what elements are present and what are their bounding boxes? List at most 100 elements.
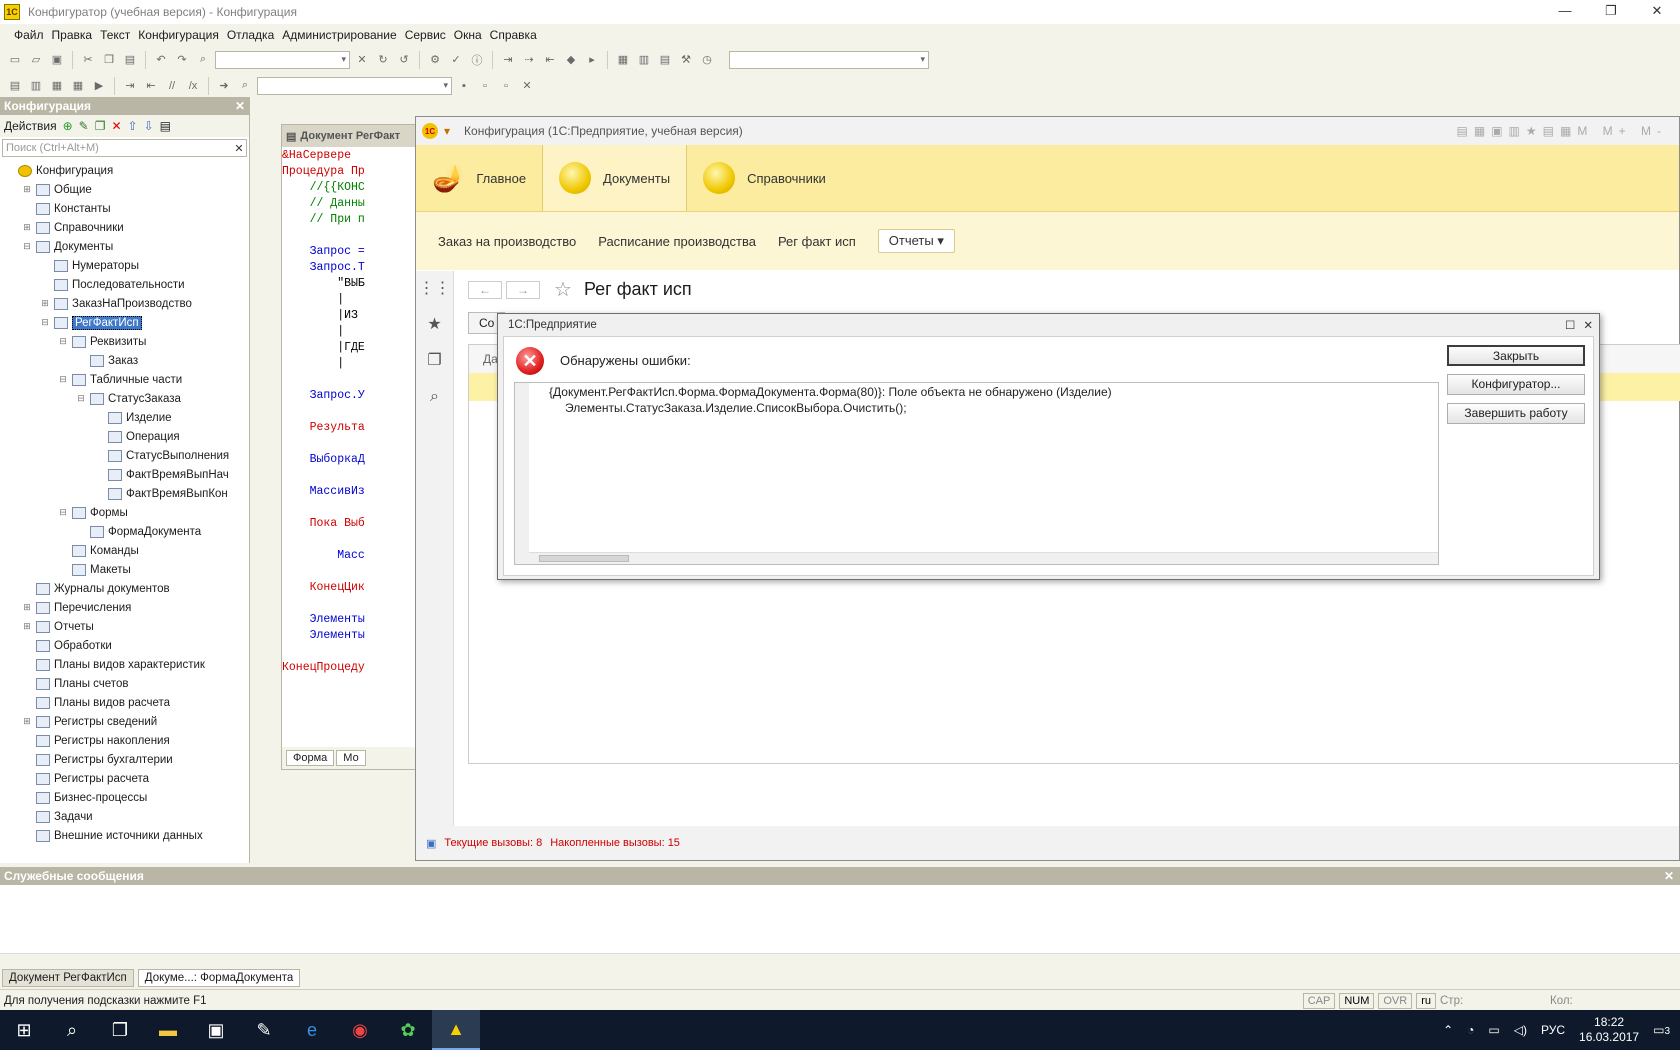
redo-icon[interactable]: ↷ xyxy=(173,51,191,69)
language-indicator[interactable]: РУС xyxy=(1541,1023,1565,1037)
tree-item[interactable]: Задачи xyxy=(0,807,249,826)
expand-toggle-icon[interactable]: ⊞ xyxy=(22,222,32,233)
menu-item[interactable]: Сервис xyxy=(405,28,446,42)
tree-item[interactable]: ФормаДокумента xyxy=(0,522,249,541)
tree-item[interactable]: ⊟ Документы xyxy=(0,237,249,256)
search-icon[interactable]: ⌕ xyxy=(48,1010,96,1050)
edge-icon[interactable]: e xyxy=(288,1010,336,1050)
1c-taskbar-icon[interactable]: ▲ xyxy=(432,1010,480,1050)
favorite-star-icon[interactable]: ☆ xyxy=(554,277,572,302)
tree-item[interactable]: ФактВремяВыпНач xyxy=(0,465,249,484)
save-icon[interactable]: ▣ xyxy=(48,51,66,69)
find-in-module-icon[interactable]: ⌕ xyxy=(236,77,254,95)
menu-item[interactable]: Текст xyxy=(100,28,130,42)
tree-item[interactable]: Бизнес-процессы xyxy=(0,788,249,807)
menu-dropdown-icon[interactable]: ▾ xyxy=(444,124,450,138)
indent-icon[interactable]: ⇥ xyxy=(121,77,139,95)
clock[interactable]: 18:22 16.03.2017 xyxy=(1579,1015,1639,1045)
outdent-icon[interactable]: ⇤ xyxy=(142,77,160,95)
new-icon[interactable]: ▭ xyxy=(6,51,24,69)
bookmark-prev-icon[interactable]: ▫ xyxy=(497,77,515,95)
expand-toggle-icon[interactable]: ⊞ xyxy=(22,716,32,727)
icq-icon[interactable]: ✿ xyxy=(384,1010,432,1050)
menu-item[interactable]: Окна xyxy=(454,28,482,42)
debug-icon[interactable]: ⚙ xyxy=(426,51,444,69)
uncomment-icon[interactable]: /x xyxy=(184,77,202,95)
tree-item[interactable]: Изделие xyxy=(0,408,249,427)
timer-icon[interactable]: ◷ xyxy=(698,51,716,69)
paint-icon[interactable]: ✎ xyxy=(240,1010,288,1050)
find-next-icon[interactable]: ↻ xyxy=(374,51,392,69)
windows-start-icon[interactable]: ⊞ xyxy=(0,1010,48,1050)
tree-item[interactable]: Регистры расчета xyxy=(0,769,249,788)
find-icon[interactable]: ⌕ xyxy=(194,51,212,69)
menu-item[interactable]: Администрирование xyxy=(282,28,396,42)
step-into-icon[interactable]: ⇥ xyxy=(499,51,517,69)
bookmark-next-icon[interactable]: ▫ xyxy=(476,77,494,95)
chevron-up-icon[interactable]: ⌃ xyxy=(1443,1023,1453,1037)
syntax-check-icon[interactable]: ✓ xyxy=(447,51,465,69)
expand-toggle-icon[interactable]: ⊟ xyxy=(22,241,32,252)
move-up-icon[interactable]: ⇧ xyxy=(128,119,138,133)
info-icon[interactable]: ⓘ xyxy=(468,51,486,69)
file-explorer-icon[interactable]: ▬ xyxy=(144,1010,192,1050)
actions-menu[interactable]: Действия xyxy=(4,119,57,133)
clear-search-icon[interactable]: ✕ xyxy=(232,142,246,155)
chrome-icon[interactable]: ◉ xyxy=(336,1010,384,1050)
nav-link[interactable]: Расписание производства xyxy=(598,234,756,249)
menu-item[interactable]: Конфигурация xyxy=(138,28,219,42)
close-icon[interactable]: ✕ xyxy=(1583,318,1593,332)
tree-item[interactable]: ⊞ Регистры сведений xyxy=(0,712,249,731)
tree-item[interactable]: Нумераторы xyxy=(0,256,249,275)
minimize-icon[interactable]: — xyxy=(1542,0,1588,24)
bookmark-clear-icon[interactable]: ✕ xyxy=(518,77,536,95)
tree-item[interactable]: ⊟ Формы xyxy=(0,503,249,522)
module-search-combo[interactable]: ▾ xyxy=(257,76,452,95)
find-prev-icon[interactable]: ↺ xyxy=(395,51,413,69)
lang-indicator[interactable]: ru xyxy=(1416,992,1436,1009)
play-icon[interactable]: ▶ xyxy=(90,77,108,95)
reports-button[interactable]: Отчеты ▾ xyxy=(877,229,955,253)
tree-item[interactable]: ⊟ СтатусЗаказа xyxy=(0,389,249,408)
menu-item[interactable]: Справка xyxy=(490,28,537,42)
horizontal-scrollbar[interactable] xyxy=(0,953,1680,967)
tree-item[interactable]: Журналы документов xyxy=(0,579,249,598)
history-icon[interactable]: ❐ xyxy=(416,343,453,379)
step-over-icon[interactable]: ⇢ xyxy=(520,51,538,69)
close-icon[interactable]: ✕ xyxy=(1634,0,1680,24)
expand-toggle-icon[interactable]: ⊞ xyxy=(22,602,32,613)
window-icon[interactable]: ▦ xyxy=(614,51,632,69)
tree-item[interactable]: Макеты xyxy=(0,560,249,579)
tree-item[interactable]: ⊟ Реквизиты xyxy=(0,332,249,351)
back-button[interactable]: ← xyxy=(468,280,502,299)
tree-item[interactable]: Конфигурация xyxy=(0,161,249,180)
maximize-icon[interactable]: ☐ xyxy=(1565,318,1575,332)
tree-item[interactable]: Константы xyxy=(0,199,249,218)
goto-icon[interactable]: ➜ xyxy=(215,77,233,95)
store-icon[interactable]: ▣ xyxy=(192,1010,240,1050)
tab-document-form[interactable]: Докуме...: ФормаДокумента xyxy=(137,969,301,987)
procedure-combo[interactable]: ▾ xyxy=(729,50,929,69)
wifi-icon[interactable]: ◔ xyxy=(1467,1023,1474,1037)
tree-item[interactable]: Обработки xyxy=(0,636,249,655)
form-icon[interactable]: ▤ xyxy=(6,77,24,95)
expand-toggle-icon[interactable]: ⊞ xyxy=(22,184,32,195)
breakpoint-icon[interactable]: ◆ xyxy=(562,51,580,69)
expand-toggle-icon[interactable]: ⊞ xyxy=(22,621,32,632)
edit-icon[interactable]: ✎ xyxy=(79,119,89,133)
battery-icon[interactable]: ▭ xyxy=(1488,1023,1499,1037)
search-icon[interactable]: ⌕ xyxy=(416,379,453,415)
comment-icon[interactable]: // xyxy=(163,77,181,95)
forward-button[interactable]: → xyxy=(506,280,540,299)
maximize-icon[interactable]: ❐ xyxy=(1588,0,1634,24)
section-documents[interactable]: Документы xyxy=(542,145,688,211)
tree-item[interactable]: Команды xyxy=(0,541,249,560)
tree-item[interactable]: Последовательности xyxy=(0,275,249,294)
expand-toggle-icon[interactable]: ⊞ xyxy=(40,298,50,309)
copy-icon[interactable]: ❐ xyxy=(100,51,118,69)
task-view-icon[interactable]: ❐ xyxy=(96,1010,144,1050)
expand-toggle-icon[interactable]: ⊟ xyxy=(58,336,68,347)
tree-item[interactable]: ⊞ Справочники xyxy=(0,218,249,237)
move-down-icon[interactable]: ⇩ xyxy=(144,119,154,133)
undo-icon[interactable]: ↶ xyxy=(152,51,170,69)
